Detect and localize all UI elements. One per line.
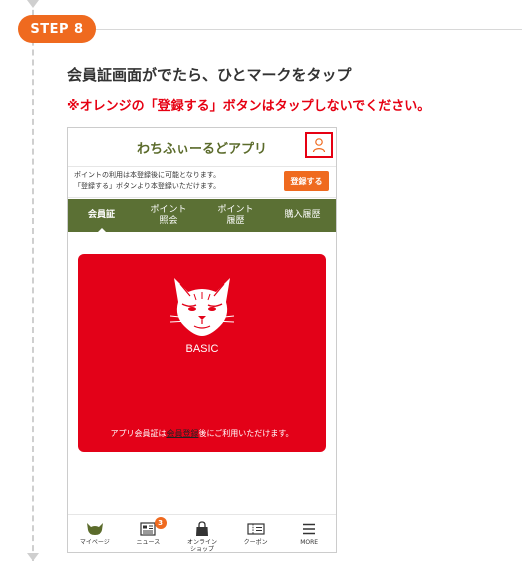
coupon-icon: [246, 520, 265, 537]
tab-point-inquiry[interactable]: ポイント 照会: [135, 199, 202, 232]
cat-logo-icon: [169, 278, 235, 336]
member-card: BASIC アプリ会員証は会員登録後にご利用いただけます。: [78, 254, 326, 452]
card-note: アプリ会員証は会員登録後にご利用いただけます。: [78, 428, 326, 439]
phone-screenshot: わちふぃーるどアプリ ポイントの利用は本登録後に可能となります。 「登録する」ボ…: [67, 127, 337, 553]
nav-news[interactable]: 3 ニュース: [122, 515, 176, 552]
nav-more[interactable]: MORE: [282, 515, 336, 552]
nav-coupon[interactable]: クーポン: [229, 515, 283, 552]
cat-icon: [86, 520, 104, 537]
notice-line-2: 「登録する」ボタンより本登録いただけます。: [74, 182, 221, 190]
warning-text: ※オレンジの「登録する」ボタンはタップしないでください。: [67, 99, 431, 114]
menu-icon: [302, 520, 316, 537]
card-note-prefix: アプリ会員証は: [110, 429, 167, 438]
profile-button[interactable]: [305, 132, 333, 158]
tab-label: 会員証: [87, 210, 115, 220]
registration-notice: ポイントの利用は本登録後に可能となります。 「登録する」ボタンより本登録いただけ…: [68, 167, 336, 198]
notice-line-1: ポイントの利用は本登録後に可能となります。: [74, 171, 221, 179]
nav-label: MORE: [300, 539, 319, 546]
notice-text: ポイントの利用は本登録後に可能となります。 「登録する」ボタンより本登録いただけ…: [74, 170, 274, 192]
timeline-top-arrow: [27, 0, 39, 8]
card-note-suffix: 後にご利用いただけます。: [198, 429, 294, 438]
tab-point-history[interactable]: ポイント 履歴: [202, 199, 269, 232]
news-icon: [140, 520, 156, 537]
nav-label: オンライン ショップ: [186, 539, 217, 553]
bottom-nav: マイページ 3 ニュース オンライン ショップ クーポン MORE: [68, 514, 336, 553]
tab-label: 購入履歴: [284, 210, 321, 220]
nav-label: クーポン: [243, 539, 268, 546]
news-badge: 3: [154, 517, 167, 529]
nav-label: マイページ: [79, 539, 110, 546]
active-tab-indicator: [96, 228, 107, 233]
timeline-line: [32, 0, 34, 561]
register-button[interactable]: 登録する: [284, 171, 329, 191]
step-badge: STEP 8: [18, 15, 96, 43]
nav-online-shop[interactable]: オンライン ショップ: [175, 515, 229, 553]
tab-label: ポイント 履歴: [217, 204, 254, 226]
membership-level: BASIC: [185, 343, 219, 355]
member-registration-link[interactable]: 会員登録: [166, 429, 198, 438]
app-title: わちふぃーるどアプリ: [136, 141, 267, 157]
nav-mypage[interactable]: マイページ: [68, 515, 122, 552]
person-icon: [312, 138, 326, 153]
bag-icon: [195, 520, 209, 537]
step-divider: [90, 29, 522, 30]
tab-label: ポイント 照会: [150, 204, 187, 226]
nav-label: ニュース: [136, 539, 161, 546]
tab-member-card[interactable]: 会員証: [68, 199, 135, 233]
instruction-text: 会員証画面がでたら、ひとマークをタップ: [67, 66, 352, 84]
timeline-bottom-arrow: [27, 553, 39, 561]
tab-purchase-history[interactable]: 購入履歴: [269, 199, 336, 232]
app-header: わちふぃーるどアプリ: [68, 128, 336, 167]
tab-bar: 会員証 ポイント 照会 ポイント 履歴 購入履歴: [68, 199, 336, 233]
